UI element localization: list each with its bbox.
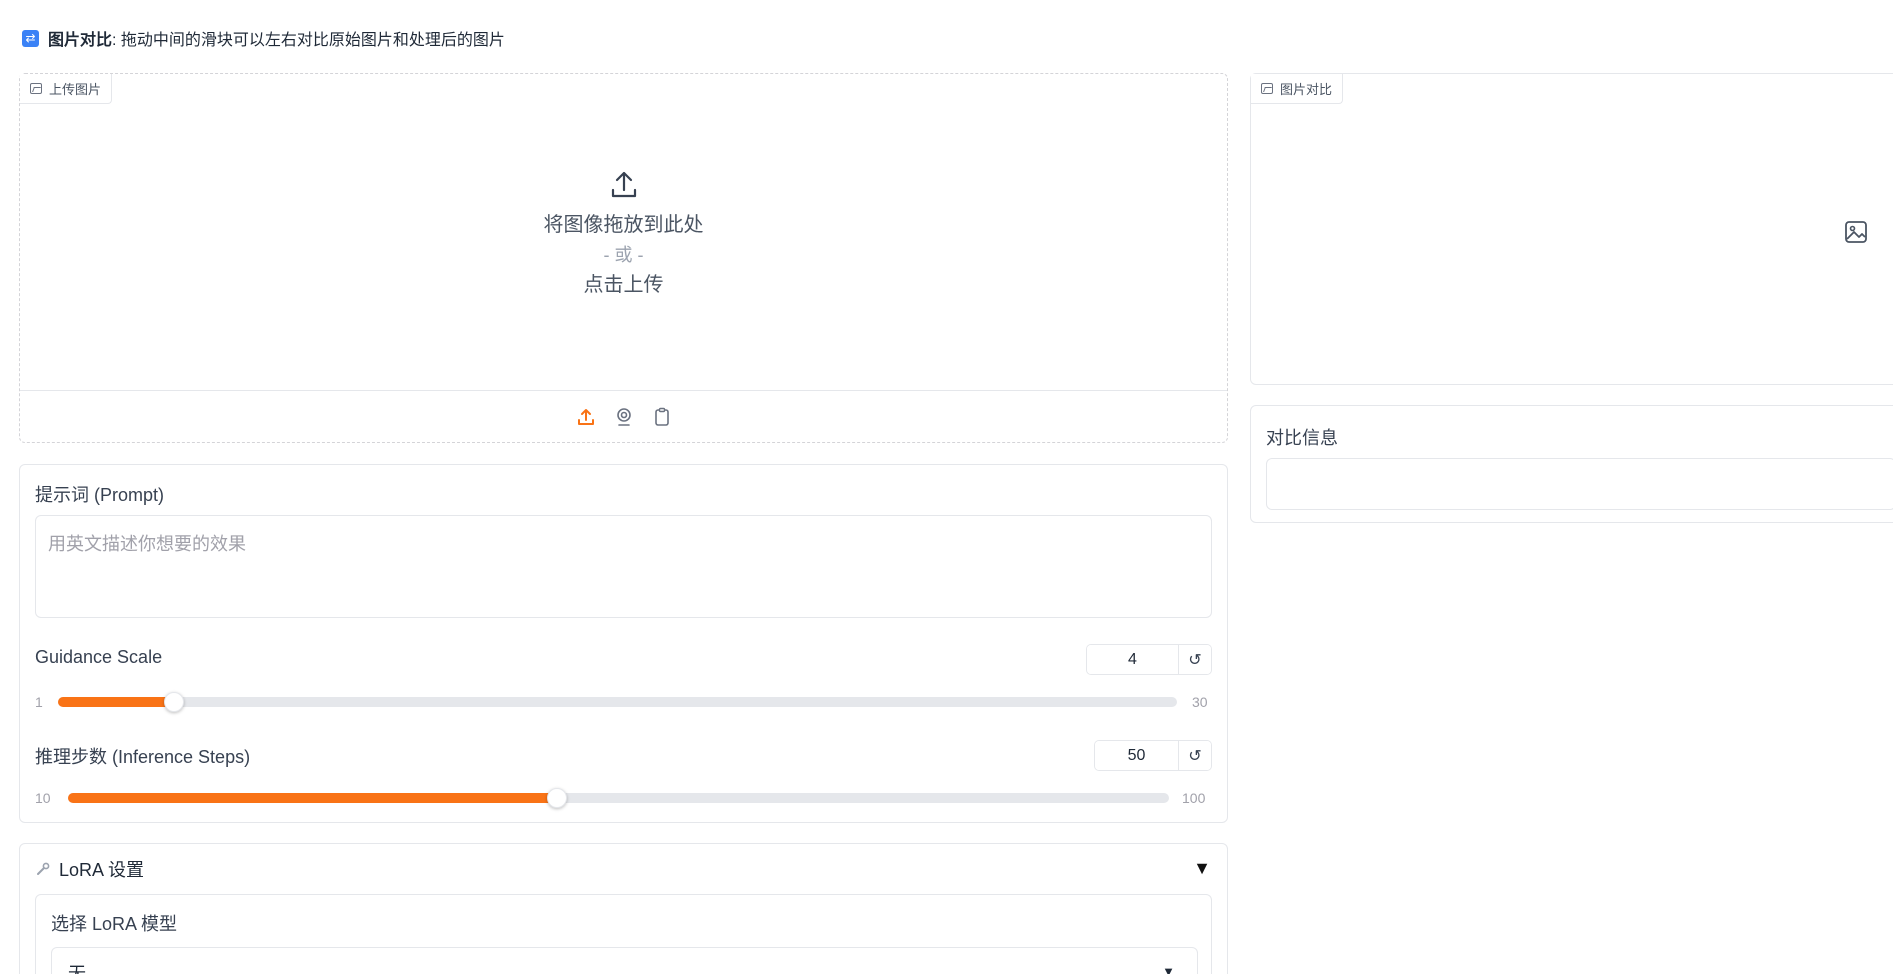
upload-label-text: 上传图片 xyxy=(49,82,102,97)
page-heading: ⇄ 图片对比 : 拖动中间的滑块可以左右对比原始图片和处理后的图片 xyxy=(22,28,505,49)
app-page: ⇄ 图片对比 : 拖动中间的滑块可以左右对比原始图片和处理后的图片 上传图片 将… xyxy=(0,0,1893,974)
compare-tag-icon: ⇄ xyxy=(22,29,39,47)
lora-toggle-icon[interactable]: ▼ xyxy=(1193,858,1211,879)
prompt-textbox[interactable] xyxy=(35,515,1212,618)
prompt-label: 提示词 (Prompt) xyxy=(35,485,165,505)
params-panel: 提示词 (Prompt) Guidance Scale ↺ 1 30 推理步数 … xyxy=(19,464,1228,823)
webcam-icon[interactable] xyxy=(613,406,635,428)
upload-source-bar xyxy=(20,390,1227,442)
steps-min: 10 xyxy=(35,790,51,806)
drop-text: 将图像拖放到此处 xyxy=(543,214,704,236)
image-upload-block[interactable]: 上传图片 将图像拖放到此处 - 或 - 点击上传 xyxy=(19,73,1228,443)
steps-label: 推理步数 (Inference Steps) xyxy=(35,747,251,767)
upload-arrow-icon xyxy=(611,171,636,198)
guidance-slider-fill xyxy=(58,697,174,707)
guidance-number-group: ↺ xyxy=(1086,644,1212,675)
click-upload-text[interactable]: 点击上传 xyxy=(584,270,664,300)
compare-label-text: 图片对比 xyxy=(1280,82,1333,97)
image-icon xyxy=(30,83,42,94)
upload-label: 上传图片 xyxy=(20,74,113,104)
guidance-label: Guidance Scale xyxy=(35,647,163,667)
compare-label: 图片对比 xyxy=(1251,74,1344,104)
compare-info-label: 对比信息 xyxy=(1266,428,1338,448)
upload-source-icon[interactable] xyxy=(575,406,597,428)
image-compare-block[interactable]: 图片对比 xyxy=(1250,73,1893,385)
steps-number-group: ↺ xyxy=(1094,740,1212,771)
steps-slider-thumb[interactable] xyxy=(547,788,568,808)
lora-title: LoRA 设置 xyxy=(59,860,145,880)
steps-reset-button[interactable]: ↺ xyxy=(1178,741,1211,770)
upload-dropzone[interactable]: 将图像拖放到此处 - 或 - 点击上传 xyxy=(20,168,1227,300)
steps-slider-fill xyxy=(68,793,558,803)
heading-description: : 拖动中间的滑块可以左右对比原始图片和处理后的图片 xyxy=(112,32,505,49)
image-placeholder-icon xyxy=(1845,221,1867,243)
lora-accordion-header[interactable]: LoRA 设置 ▼ xyxy=(20,844,1227,894)
lora-accordion: LoRA 设置 ▼ 选择 LoRA 模型 无 ▼ xyxy=(19,843,1228,974)
compare-info-field[interactable] xyxy=(1266,458,1893,510)
heading-title: 图片对比 xyxy=(48,32,113,49)
lora-model-dropdown[interactable]: 无 ▼ xyxy=(51,947,1198,974)
compare-info-block: 对比信息 xyxy=(1250,405,1893,523)
lora-model-selected: 无 xyxy=(68,964,86,974)
guidance-number-input[interactable] xyxy=(1087,645,1178,674)
clipboard-icon[interactable] xyxy=(651,406,673,428)
steps-slider[interactable] xyxy=(68,788,1169,808)
image-icon xyxy=(1261,83,1273,94)
guidance-slider-thumb[interactable] xyxy=(163,692,184,712)
guidance-slider[interactable] xyxy=(58,692,1177,712)
guidance-max: 30 xyxy=(1192,694,1208,710)
steps-number-input[interactable] xyxy=(1095,741,1178,770)
guidance-reset-button[interactable]: ↺ xyxy=(1178,645,1211,674)
chevron-down-icon: ▼ xyxy=(1162,964,1175,974)
prompt-input[interactable] xyxy=(48,530,1199,603)
steps-max: 100 xyxy=(1182,790,1206,806)
or-text: - 或 - xyxy=(603,245,644,265)
guidance-min: 1 xyxy=(35,694,43,710)
wrench-icon xyxy=(37,862,50,875)
lora-model-label: 选择 LoRA 模型 xyxy=(51,914,178,934)
lora-model-block: 选择 LoRA 模型 无 ▼ xyxy=(35,894,1212,974)
